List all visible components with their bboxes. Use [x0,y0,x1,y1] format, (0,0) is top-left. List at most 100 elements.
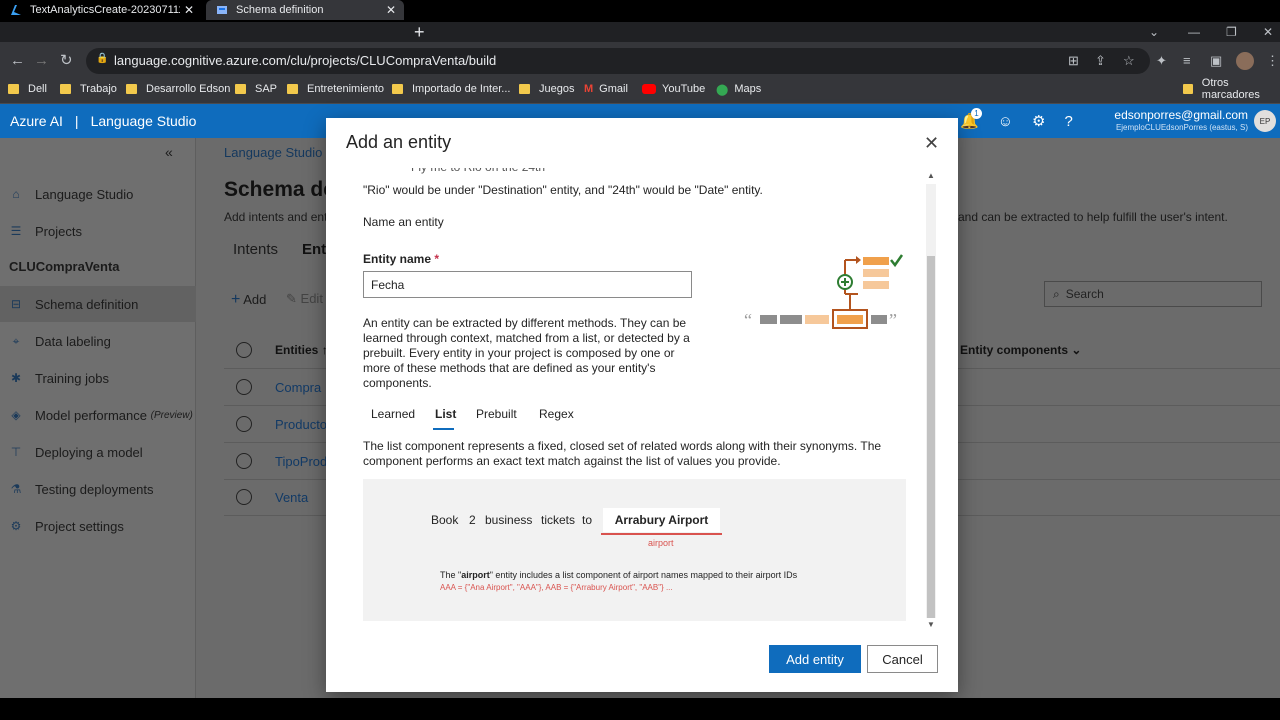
dialog-scrollbar-thumb[interactable] [927,256,935,618]
bookmark-trabajo[interactable]: Trabajo [60,78,117,100]
dialog-close-icon[interactable]: ✕ [924,133,939,154]
bookmark-otros[interactable]: Otros marcadores [1183,77,1280,101]
subtab-prebuilt[interactable]: Prebuilt [476,407,517,421]
list-row [863,281,889,289]
app-brand[interactable]: Azure AI | Language Studio [10,104,196,138]
extensions-icon[interactable]: ✦ [1156,51,1167,71]
translate-icon[interactable]: ⊞ [1068,51,1079,71]
subtab-learned[interactable]: Learned [371,407,415,421]
row-radio[interactable] [236,489,252,505]
cancel-button[interactable]: Cancel [867,645,938,673]
tab-close-icon[interactable]: ✕ [386,3,396,17]
table-row[interactable]: Producto [275,417,327,432]
sidebar-item-training-jobs[interactable]: ✱ Training jobs [0,360,196,396]
minimize-icon[interactable]: — [1188,22,1200,42]
table-row[interactable]: Venta [275,490,308,505]
scroll-down-arrow-icon[interactable]: ▼ [927,620,935,629]
bookmark-entretenimiento[interactable]: Entretenimiento [287,78,384,100]
edit-toolbar-button[interactable]: ✎ Edit [286,291,323,307]
entity-name-field[interactable] [363,271,692,298]
search-icon: ⌕ [1053,286,1060,301]
new-tab-icon[interactable]: + [414,22,425,42]
folder-icon [287,84,298,94]
share-icon[interactable]: ⇪ [1095,51,1106,71]
sidebar-item-testing-deployments[interactable]: ⚗ Testing deployments [0,471,196,507]
breadcrumb[interactable]: Language Studio › [224,145,330,160]
table-row[interactable]: TipoProd [275,454,327,469]
folder-icon [1183,84,1193,94]
example-values: AAA = {"Ana Airport", "AAA"}, AAB = {"Ar… [440,583,673,592]
sidebar-item-schema-definition[interactable]: ⊟ Schema definition [0,286,196,322]
search-input[interactable]: ⌕ Search [1044,281,1262,307]
example-word: to [582,513,593,527]
row-radio[interactable] [236,379,252,395]
brand-separator: | [74,113,79,129]
methods-description: An entity can be extracted by different … [363,316,690,390]
row-radio[interactable] [236,416,252,432]
menu-kebab-icon[interactable]: ⋮ [1266,51,1279,71]
sidebar-item-deploying-a-model[interactable]: ⊤ Deploying a model [0,434,196,470]
tab-close-icon[interactable]: ✕ [184,3,194,17]
subtab-regex[interactable]: Regex [539,407,574,421]
sidebar-item-project-settings[interactable]: ⚙ Project settings [0,508,196,544]
bookmark-sap[interactable]: SAP [235,78,277,100]
help-icon[interactable]: ? [1064,113,1072,130]
sidebar-item-data-labeling[interactable]: ⌖ Data labeling [0,323,196,359]
reading-list-icon[interactable]: ≡ [1183,51,1191,71]
pencil-icon: ✎ [286,291,297,306]
profile-avatar[interactable] [1236,52,1254,70]
training-icon: ✱ [10,371,22,385]
maximize-icon[interactable]: ❐ [1226,22,1237,42]
letterbox-bottom [0,698,1280,720]
youtube-icon [642,84,656,94]
bookmark-maps[interactable]: ⬤ Maps [716,78,761,100]
column-header-entities[interactable]: Entities ↑ [275,343,328,357]
browser-tab-2[interactable]: Schema definition ✕ [206,0,404,20]
bookmark-star-icon[interactable]: ☆ [1123,51,1135,71]
row-radio[interactable] [236,453,252,469]
feedback-smiley-icon[interactable]: ☺ [998,113,1013,130]
add-entity-button[interactable]: Add entity [769,645,861,673]
bookmark-dell[interactable]: Dell [8,78,47,100]
sidebar-item-projects[interactable]: ☰ Projects [0,213,196,249]
brand-language-studio: Language Studio [90,113,197,129]
table-row[interactable]: Compra [275,380,321,395]
window-close-icon[interactable]: ✕ [1263,22,1273,42]
select-all-radio[interactable] [236,342,252,358]
tab-search-icon[interactable]: ⌄ [1149,22,1159,42]
page-title: Schema de [224,178,335,201]
cube-icon: ◈ [11,408,21,422]
reload-icon[interactable]: ↻ [60,48,73,74]
bookmark-juegos[interactable]: Juegos [519,78,574,100]
tab-intents[interactable]: Intents [233,241,278,258]
url-text[interactable]: language.cognitive.azure.com/clu/project… [114,52,496,70]
gmail-icon: M [584,83,594,95]
forward-icon[interactable]: → [34,48,49,74]
account-info[interactable]: edsonporres@gmail.com EjemploCLUEdsonPor… [1100,108,1248,133]
sidebar-item-model-performance[interactable]: ◈ Model performance (Preview) [0,397,196,433]
sidebar-item-language-studio[interactable]: ⌂ Language Studio [0,176,196,212]
bookmark-youtube[interactable]: YouTube [642,78,705,100]
side-panel-icon[interactable]: ▣ [1210,51,1222,71]
add-entity-toolbar-button[interactable]: + Add [231,291,266,309]
bookmark-importado[interactable]: Importado de Inter... [392,78,510,100]
column-header-components[interactable]: Entity components ⌄ [960,343,1081,357]
collapse-sidebar-icon[interactable]: « [165,144,173,160]
avatar[interactable]: EP [1254,110,1276,132]
folder-icon [126,84,137,94]
azure-favicon-icon [10,4,22,16]
settings-gear-icon[interactable]: ⚙ [1032,112,1045,130]
browser-tab-1[interactable]: TextAnalyticsCreate-2023071117 ✕ [0,0,202,20]
browser-tab-title: TextAnalyticsCreate-2023071117 [30,4,180,16]
subtab-list[interactable]: List [435,407,456,421]
bookmark-desarrollo[interactable]: Desarrollo Edson [126,78,230,100]
token-block [871,315,887,324]
bookmark-gmail[interactable]: M Gmail [584,78,628,100]
back-icon[interactable]: ← [10,48,25,74]
language-studio-favicon-icon [216,4,228,16]
section-heading-name-entity: Name an entity [363,215,444,229]
list-row [863,269,889,277]
scroll-up-arrow-icon[interactable]: ▲ [927,171,935,180]
home-icon: ⌂ [12,187,20,201]
gear-icon: ⚙ [10,519,22,533]
